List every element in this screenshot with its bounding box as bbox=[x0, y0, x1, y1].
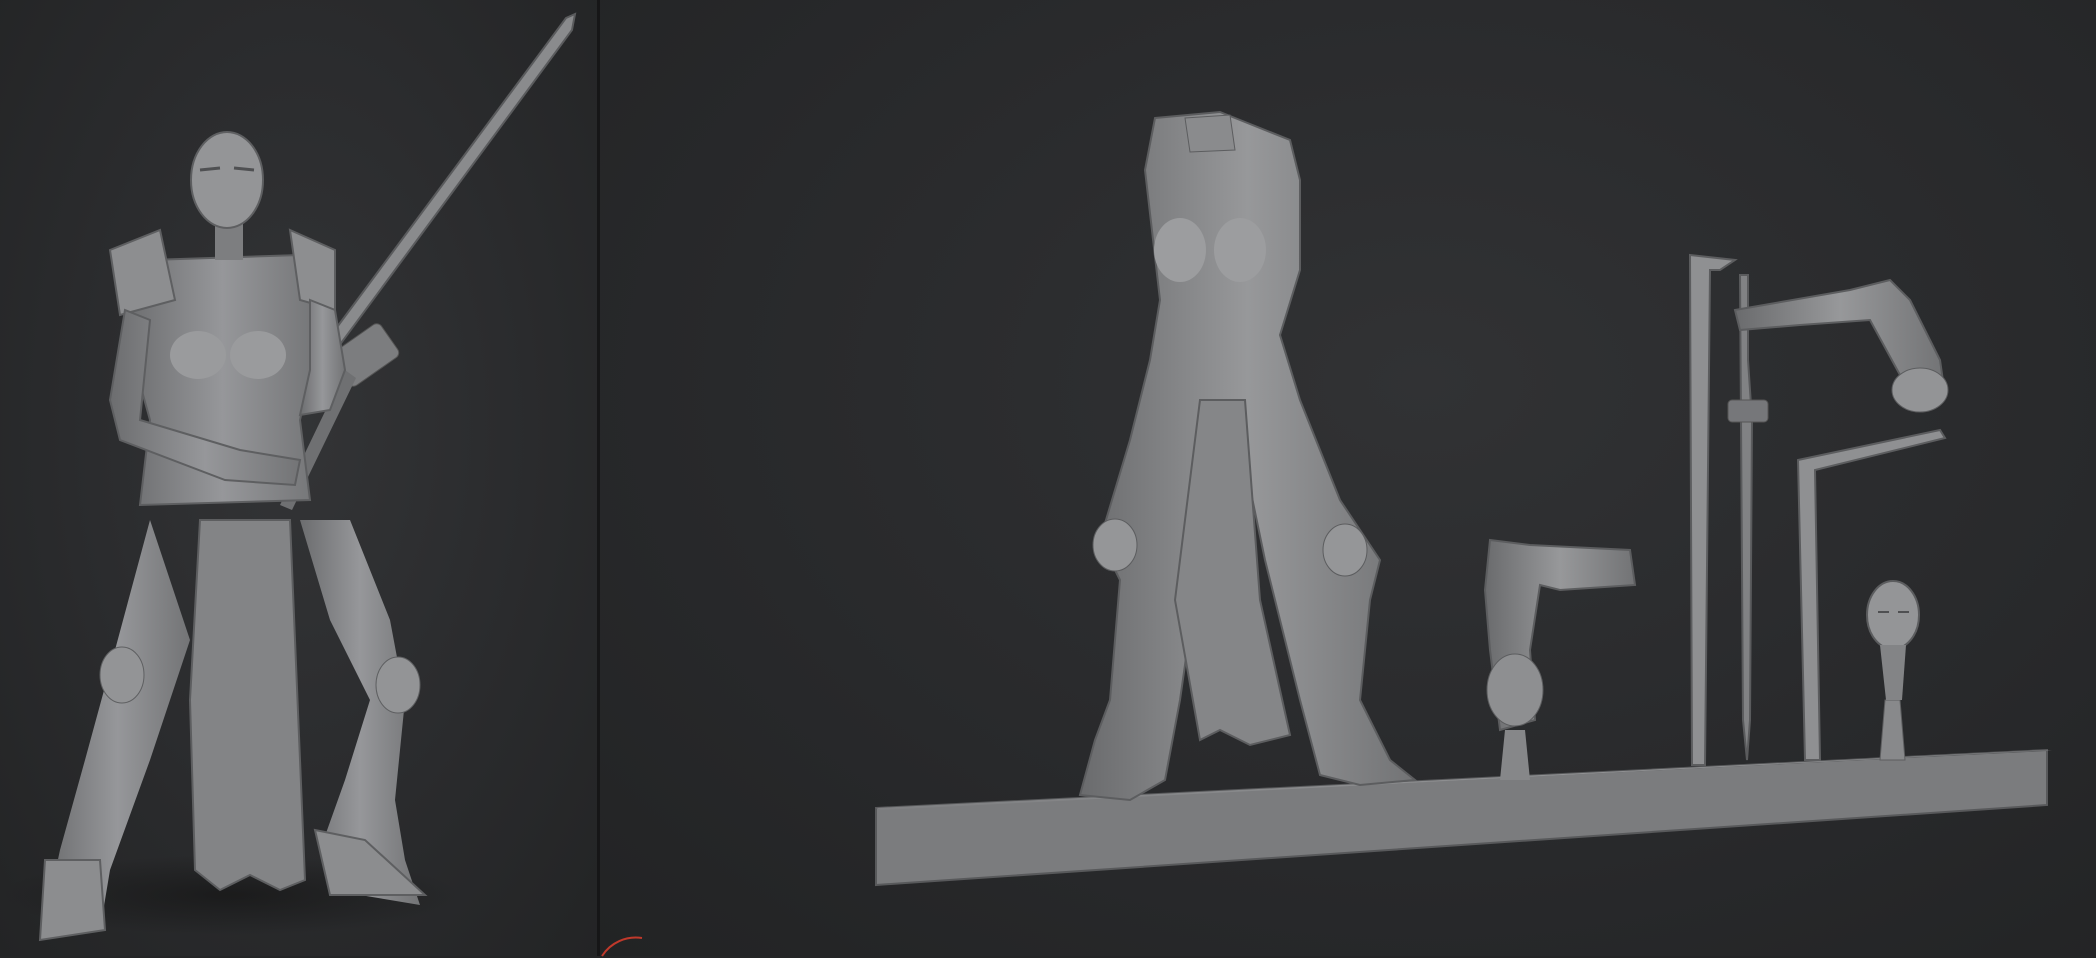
left-viewport[interactable] bbox=[0, 0, 597, 956]
right-viewport[interactable] bbox=[600, 0, 2096, 956]
model-parts-render bbox=[875, 110, 2052, 887]
orientation-gizmo-icon[interactable] bbox=[600, 918, 660, 958]
posed-figure-render bbox=[0, 12, 577, 942]
